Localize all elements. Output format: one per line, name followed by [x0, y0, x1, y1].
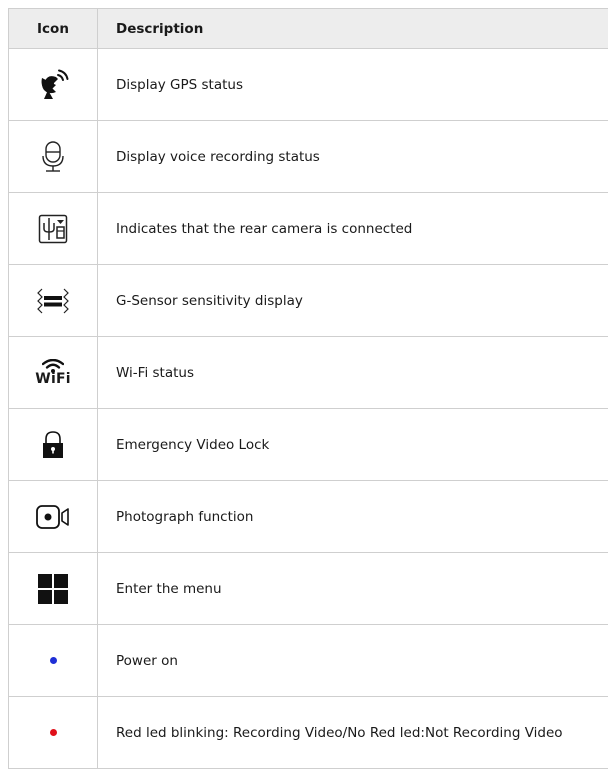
row-description: Indicates that the rear camera is connec…	[116, 220, 413, 237]
table-row: G-Sensor sensitivity display	[9, 265, 608, 337]
menu-grid-icon	[38, 573, 68, 604]
satellite-dish-icon	[41, 69, 69, 99]
row-description: G-Sensor sensitivity display	[116, 292, 303, 309]
blue-dot-icon	[49, 657, 57, 664]
table-row: Indicates that the rear camera is connec…	[9, 193, 608, 265]
header-description-column: Description	[116, 20, 204, 37]
table-row: Photograph function	[9, 481, 608, 553]
row-description: Emergency Video Lock	[116, 436, 270, 453]
row-description: Power on	[116, 652, 178, 669]
table-row: Emergency Video Lock	[9, 409, 608, 481]
table-row: Red led blinking: Recording Video/No Red…	[9, 697, 608, 769]
g-sensor-icon	[37, 288, 69, 313]
wifi-icon: WiFi	[35, 359, 71, 387]
row-description: Wi-Fi status	[116, 364, 194, 381]
table-row: Display voice recording status	[9, 121, 608, 193]
table-row: Display GPS status	[9, 49, 608, 121]
camera-record-icon	[36, 504, 69, 529]
row-description: Display GPS status	[116, 76, 243, 93]
microphone-icon	[42, 140, 64, 172]
table-row: Enter the menu	[9, 553, 608, 625]
icon-description-table: Icon Description Display GPS status Disp…	[8, 8, 608, 769]
row-description: Display voice recording status	[116, 148, 320, 165]
table-header: Icon Description	[9, 9, 608, 49]
rear-camera-connector-icon	[38, 214, 68, 243]
wifi-icon-text: WiFi	[35, 371, 71, 387]
table-row: WiFi Wi-Fi status	[9, 337, 608, 409]
header-icon-column: Icon	[9, 9, 98, 48]
row-description: Red led blinking: Recording Video/No Red…	[116, 724, 563, 741]
lock-icon	[43, 430, 63, 458]
table-row: Power on	[9, 625, 608, 697]
row-description: Enter the menu	[116, 580, 222, 597]
row-description: Photograph function	[116, 508, 254, 525]
red-dot-icon	[49, 729, 57, 736]
